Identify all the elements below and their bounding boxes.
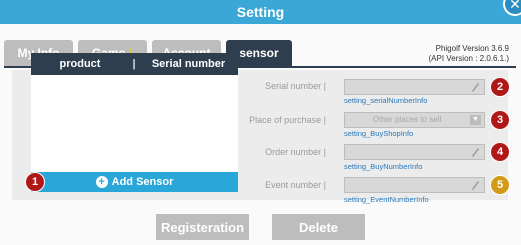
event-number-field[interactable] [344,177,485,193]
sensor-table-header: product | Serial number [31,53,238,75]
step-badge-1: 1 [25,172,45,192]
title-bar: Setting ✕ [0,0,521,24]
delete-button[interactable]: Delete [272,214,365,240]
chevron-down-icon: ▼ [470,115,481,125]
event-number-label: Event number | [265,180,326,190]
add-sensor-label: Add Sensor [111,176,174,188]
serial-number-field[interactable] [344,79,485,95]
column-serial-number: Serial number [151,58,226,70]
pencil-icon [472,148,479,157]
pencil-icon [472,83,479,92]
step-badge-2: 2 [490,77,510,97]
step-badge-3: 3 [490,110,510,130]
add-sensor-button[interactable]: + Add Sensor [31,172,238,192]
sensor-list[interactable] [31,75,238,172]
serial-number-key: setting_serialNumberInfo [344,96,428,105]
api-version: (API Version : 2.0.6.1.) [428,54,509,63]
version-info: Phigolf Version 3.6.9 (API Version : 2.0… [429,44,509,64]
serial-number-label: Serial number | [265,81,326,91]
tab-label: sensor [239,46,279,60]
place-of-purchase-key: setting_BuyShopInfo [344,129,414,138]
place-of-purchase-label: Place of purchase | [249,115,326,125]
order-number-label: Order number | [265,147,326,157]
order-number-field[interactable] [344,144,485,160]
app-version: Phigolf Version 3.6.9 [435,44,509,53]
place-of-purchase-dropdown[interactable]: Other places to sell ▼ [344,112,485,128]
settings-content: My Info Game ! Account sensor Phigolf Ve… [0,24,521,245]
order-number-key: setting_BuyNumberInfo [344,162,423,171]
event-number-key: setting_EventNumberInfo [344,195,429,204]
close-icon[interactable]: ✕ [503,0,521,16]
column-product: product [59,58,101,70]
window-title: Setting [236,4,285,20]
step-badge-5: 5 [490,175,510,195]
pencil-icon [472,181,479,190]
dropdown-value: Other places to sell [372,115,442,124]
step-badge-4: 4 [490,142,510,162]
column-separator: | [132,58,136,70]
plus-circle-icon: + [95,176,108,188]
register-button[interactable]: Registeration [156,214,249,240]
